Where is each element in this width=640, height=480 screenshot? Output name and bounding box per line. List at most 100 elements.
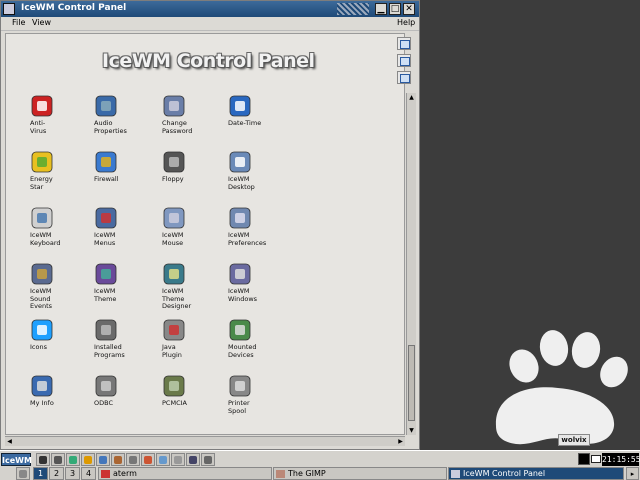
panel-item[interactable]: IceWM Windows (228, 262, 280, 303)
workspace-button[interactable]: 3 (65, 467, 80, 480)
clock[interactable]: 21:15:55 (602, 453, 640, 466)
audio-icon (94, 94, 118, 118)
quick-launch-5[interactable] (96, 453, 110, 466)
panel-item[interactable]: Audio Properties (94, 94, 146, 135)
panel-item-label: Mounted Devices (228, 343, 257, 359)
workspace-button[interactable]: 1 (33, 467, 48, 480)
quick-launch-6[interactable] (111, 453, 125, 466)
view-list-button[interactable] (397, 54, 411, 67)
panel-item[interactable]: PCMCIA (162, 374, 214, 408)
panel-item[interactable]: IceWM Mouse (162, 206, 214, 247)
gimp-icon (276, 470, 285, 478)
panel-item[interactable]: Installed Programs (94, 318, 146, 359)
quick-launch-1[interactable] (36, 453, 50, 466)
terminal-icon (101, 470, 110, 478)
panel-item[interactable]: IceWM Desktop (228, 150, 280, 191)
programs-icon (94, 318, 118, 342)
task-control-panel[interactable]: IceWM Control Panel (448, 467, 624, 480)
horizontal-scrollbar[interactable]: ◀ ▶ (5, 436, 405, 446)
paw-logo (495, 330, 628, 445)
scroll-down-icon[interactable]: ▼ (407, 426, 416, 435)
panel-item-label: IceWM Desktop (228, 175, 255, 191)
panel-item-label: IceWM Menus (94, 231, 116, 247)
window-menu-icon[interactable] (3, 3, 15, 15)
panel-item-label: Change Password (162, 119, 193, 135)
task-label: aterm (113, 469, 137, 478)
sound-events-icon (30, 262, 54, 286)
panel-item-label: IceWM Keyboard (30, 231, 61, 247)
panel-item-label: ODBC (94, 399, 114, 407)
panel-item[interactable]: IceWM Menus (94, 206, 146, 247)
panel-item-label: IceWM Mouse (162, 231, 184, 247)
task-gimp[interactable]: The GIMP (273, 467, 447, 480)
workspace-button[interactable]: 4 (81, 467, 96, 480)
minimize-button[interactable]: ▁ (375, 3, 387, 15)
panel-item[interactable]: Date-Time (228, 94, 280, 128)
panel-item[interactable]: Floppy (162, 150, 214, 184)
workspace-button[interactable]: 2 (49, 467, 64, 480)
quick-launch-12[interactable] (201, 453, 215, 466)
scroll-thumb[interactable] (408, 345, 415, 421)
preferences-icon (228, 206, 252, 230)
quick-launch-8[interactable] (141, 453, 155, 466)
scroll-up-icon[interactable]: ▲ (407, 93, 416, 102)
panel-item[interactable]: Anti- Virus (30, 94, 82, 135)
panel-item[interactable]: IceWM Theme Designer (162, 262, 214, 311)
control-panel-window: IceWM Control Panel ▁ □ ✕ File View Help… (0, 0, 420, 450)
window-title: IceWM Control Panel (21, 3, 127, 13)
start-button[interactable]: IceWM (1, 453, 32, 466)
panel-item[interactable]: IceWM Keyboard (30, 206, 82, 247)
panel-item-label: IceWM Sound Events (30, 287, 53, 310)
panel-item-label: Firewall (94, 175, 119, 183)
menu-help[interactable]: Help (397, 18, 415, 27)
panel-item-label: Icons (30, 343, 47, 351)
panel-item[interactable]: IceWM Sound Events (30, 262, 82, 311)
panel-item[interactable]: Change Password (162, 94, 214, 135)
panel-item[interactable]: Energy Star (30, 150, 82, 191)
vertical-scrollbar[interactable]: ▲ ▼ (406, 93, 416, 435)
panel-item-label: IceWM Preferences (228, 231, 267, 247)
quick-launch-9[interactable] (156, 453, 170, 466)
icons-icon (30, 318, 54, 342)
menu-file[interactable]: File (12, 18, 25, 27)
quick-launch-3[interactable] (66, 453, 80, 466)
show-desktop-icon[interactable]: ▸ (626, 467, 639, 480)
panel-item[interactable]: Icons (30, 318, 82, 352)
scroll-right-icon[interactable]: ▶ (396, 437, 405, 446)
panel-item[interactable]: Mounted Devices (228, 318, 280, 359)
view-details-button[interactable] (397, 71, 411, 84)
panel-header: IceWM Control Panel (102, 50, 315, 72)
view-large-icons-button[interactable] (397, 37, 411, 50)
quick-launch-4[interactable] (81, 453, 95, 466)
window-list-icon[interactable] (16, 467, 30, 480)
task-label: IceWM Control Panel (463, 469, 546, 478)
close-button[interactable]: ✕ (403, 3, 415, 15)
control-panel-icon (451, 470, 460, 478)
quick-launch-2[interactable] (51, 453, 65, 466)
taskbar: IceWM 1234 aterm The GIMP IceWM Control … (0, 450, 640, 480)
menu-view[interactable]: View (32, 18, 51, 27)
quick-launch-10[interactable] (171, 453, 185, 466)
scroll-left-icon[interactable]: ◀ (5, 437, 14, 446)
panel-item[interactable]: My Info (30, 374, 82, 408)
menu-bar: File View Help (1, 17, 419, 31)
panel-item[interactable]: ODBC (94, 374, 146, 408)
windows-icon (228, 262, 252, 286)
panel-item[interactable]: Java Plugin (162, 318, 214, 359)
mail-tray-icon[interactable] (591, 455, 601, 463)
title-bar[interactable]: IceWM Control Panel ▁ □ ✕ (1, 1, 419, 17)
theme-icon (94, 262, 118, 286)
panel-item-label: IceWM Windows (228, 287, 258, 303)
control-panel-content: IceWM Control Panel Anti- Virus Audio Pr… (5, 33, 405, 435)
maximize-button[interactable]: □ (389, 3, 401, 15)
myinfo-icon (30, 374, 54, 398)
monitor-tray-icon[interactable] (578, 453, 590, 465)
task-aterm[interactable]: aterm (98, 467, 272, 480)
panel-item[interactable]: Printer Spool (228, 374, 280, 415)
panel-item[interactable]: IceWM Theme (94, 262, 146, 303)
quick-launch-7[interactable] (126, 453, 140, 466)
panel-item[interactable]: Firewall (94, 150, 146, 184)
mounted-icon (228, 318, 252, 342)
panel-item[interactable]: IceWM Preferences (228, 206, 280, 247)
quick-launch-11[interactable] (186, 453, 200, 466)
